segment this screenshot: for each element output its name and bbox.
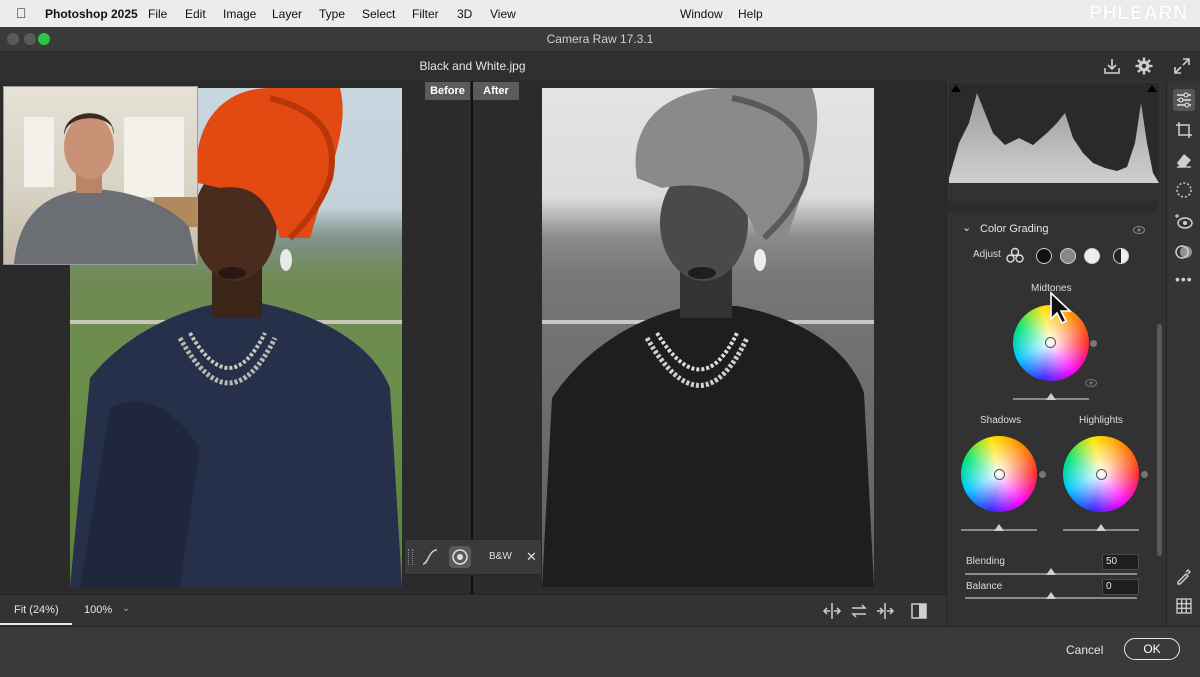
after-tab[interactable]: After: [473, 82, 519, 100]
fullscreen-icon[interactable]: [1172, 56, 1192, 76]
menu-layer[interactable]: Layer: [272, 7, 302, 21]
dialog-footer: Cancel OK: [0, 626, 1200, 677]
highlight-clip-icon[interactable]: [1147, 85, 1157, 92]
shadows-side-dot[interactable]: [1039, 471, 1046, 478]
after-image: [542, 88, 874, 587]
visibility-eye-icon[interactable]: [1133, 225, 1145, 235]
menu-window[interactable]: Window: [680, 7, 723, 21]
shadow-clip-icon[interactable]: [951, 85, 961, 92]
presets-icon[interactable]: [1175, 243, 1193, 261]
menu-select[interactable]: Select: [362, 7, 395, 21]
menu-filter[interactable]: Filter: [412, 7, 439, 21]
menu-app-name[interactable]: Photoshop 2025: [45, 7, 138, 21]
shadows-label: Shadows: [980, 415, 1022, 426]
shadows-wheel-button[interactable]: [1036, 248, 1052, 264]
blending-label: Blending: [966, 556, 1005, 567]
zoom-dropdown-icon[interactable]: ⌄: [122, 603, 130, 614]
crop-icon[interactable]: [1175, 121, 1193, 139]
collapse-chevron-icon[interactable]: ⌄: [962, 221, 971, 234]
menu-edit[interactable]: Edit: [185, 7, 206, 21]
zoom-100-button[interactable]: 100%: [84, 604, 112, 616]
file-name: Black and White.jpg: [419, 59, 526, 73]
cancel-button[interactable]: Cancel: [1066, 643, 1103, 657]
eyedropper-icon[interactable]: [1175, 567, 1193, 585]
split-divider[interactable]: [471, 81, 473, 594]
shadows-wheel-center[interactable]: [994, 469, 1005, 480]
ok-button[interactable]: OK: [1124, 638, 1180, 660]
panel-scrollbar[interactable]: [1157, 324, 1162, 556]
more-icon[interactable]: •••: [1175, 271, 1193, 287]
highlights-side-dot[interactable]: [1141, 471, 1148, 478]
redeye-icon[interactable]: [1175, 213, 1193, 231]
eraser-icon[interactable]: [1175, 151, 1193, 169]
midtones-wheel-center[interactable]: [1045, 337, 1056, 348]
mouse-cursor-icon: [1049, 291, 1075, 325]
copy-settings-icon[interactable]: [875, 601, 895, 621]
watermark-logo: PHLEARN: [1089, 3, 1188, 24]
adjust-label: Adjust: [973, 249, 1001, 260]
window-titlebar: Camera Raw 17.3.1: [0, 27, 1200, 52]
panel-separator: [947, 201, 1157, 213]
menu-type[interactable]: Type: [319, 7, 345, 21]
save-icon[interactable]: [1102, 56, 1122, 76]
highlights-wheel-center[interactable]: [1096, 469, 1107, 480]
close-icon[interactable]: ✕: [526, 549, 537, 565]
before-after-swap-icon[interactable]: [822, 601, 842, 621]
menu-file[interactable]: File: [148, 7, 167, 21]
highlights-slider-thumb[interactable]: [1096, 524, 1106, 531]
swap-icon[interactable]: [849, 601, 869, 621]
window-title: Camera Raw 17.3.1: [546, 32, 654, 46]
blending-slider-thumb[interactable]: [1046, 568, 1056, 575]
before-tab[interactable]: Before: [425, 82, 470, 100]
fit-underline: [0, 623, 72, 625]
bw-label[interactable]: B&W: [489, 551, 512, 562]
masking-icon[interactable]: [1175, 181, 1193, 199]
blending-value-field[interactable]: 50: [1102, 554, 1139, 570]
edit-panel: ⌄ Color Grading Adjust Midtones Shadows …: [946, 81, 1167, 626]
global-wheel-button[interactable]: [1113, 248, 1129, 264]
bottom-bar: Fit (24%) 100% ⌄: [0, 594, 946, 627]
balance-slider-thumb[interactable]: [1046, 592, 1056, 599]
midtones-side-dot[interactable]: [1090, 340, 1097, 347]
histogram: [949, 83, 1159, 183]
edit-sliders-icon[interactable]: [1173, 89, 1195, 111]
balance-value-field[interactable]: 0: [1102, 579, 1139, 595]
toggle-view-icon[interactable]: [909, 601, 929, 621]
menu-view[interactable]: View: [490, 7, 516, 21]
grid-icon[interactable]: [1175, 597, 1193, 615]
tool-strip: •••: [1166, 81, 1200, 626]
shadows-slider-thumb[interactable]: [994, 524, 1004, 531]
webcam-inset: [3, 86, 198, 265]
curve-icon[interactable]: [421, 548, 439, 566]
highlights-wheel-button[interactable]: [1084, 248, 1100, 264]
midtones-wheel-button[interactable]: [1060, 248, 1076, 264]
mac-menubar:  Photoshop 2025 File Edit Image Layer T…: [0, 0, 1200, 27]
midtones-slider-thumb[interactable]: [1046, 393, 1056, 400]
file-bar: Black and White.jpg: [0, 52, 1200, 81]
three-way-icon[interactable]: [1006, 247, 1024, 263]
apple-icon[interactable]: : [16, 5, 27, 21]
fit-zoom-button[interactable]: Fit (24%): [14, 604, 59, 616]
balance-label: Balance: [966, 581, 1003, 592]
gear-icon[interactable]: [1134, 56, 1154, 76]
midtones-eye-icon[interactable]: [1085, 378, 1097, 388]
highlights-label: Highlights: [1079, 415, 1123, 426]
menu-3d[interactable]: 3D: [457, 7, 472, 21]
section-title[interactable]: Color Grading: [980, 223, 1048, 235]
mini-toolbar: B&W ✕: [404, 539, 542, 575]
color-grading-icon[interactable]: [449, 546, 471, 568]
menu-image[interactable]: Image: [223, 7, 256, 21]
drag-handle-icon[interactable]: [408, 549, 413, 565]
menu-help[interactable]: Help: [738, 7, 763, 21]
